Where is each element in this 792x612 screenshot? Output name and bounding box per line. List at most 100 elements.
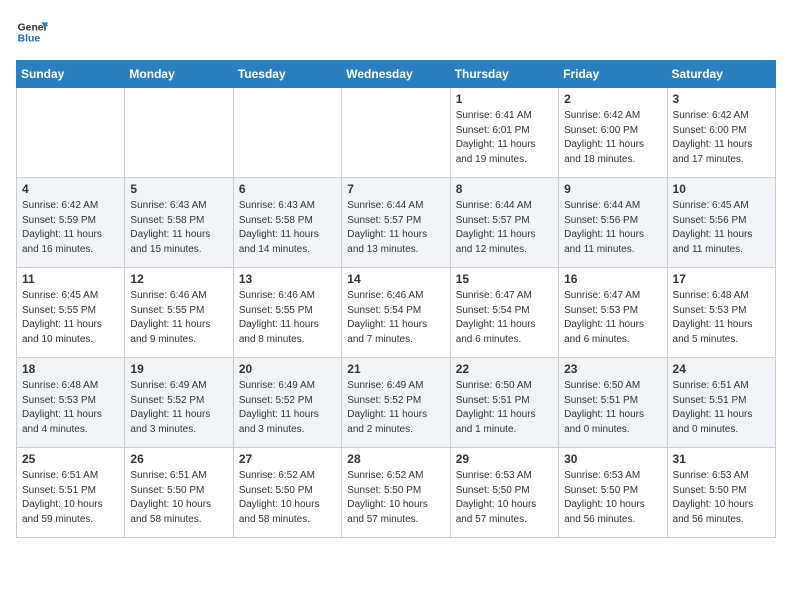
day-content: Sunrise: 6:50 AM Sunset: 5:51 PM Dayligh…: [564, 379, 661, 437]
calendar-cell: 10 Sunrise: 6:45 AM Sunset: 5:56 PM Dayli…: [667, 178, 775, 268]
calendar-table: SundayMondayTuesdayWednesdayThursdayFrid…: [16, 60, 776, 538]
day-content: Sunrise: 6:49 AM Sunset: 5:52 PM Dayligh…: [130, 379, 227, 437]
day-number: 17: [673, 272, 770, 286]
calendar-cell: [342, 88, 450, 178]
day-content: Sunrise: 6:53 AM Sunset: 5:50 PM Dayligh…: [456, 469, 553, 527]
day-content: Sunrise: 6:46 AM Sunset: 5:54 PM Dayligh…: [347, 289, 444, 347]
weekday-header-friday: Friday: [559, 61, 667, 88]
calendar-cell: 29 Sunrise: 6:53 AM Sunset: 5:50 PM Dayli…: [450, 448, 558, 538]
day-content: Sunrise: 6:46 AM Sunset: 5:55 PM Dayligh…: [130, 289, 227, 347]
calendar-cell: 23 Sunrise: 6:50 AM Sunset: 5:51 PM Dayli…: [559, 358, 667, 448]
weekday-header-wednesday: Wednesday: [342, 61, 450, 88]
calendar-cell: 3Sunrise: 6:42 AM Sunset: 6:00 PM Daylig…: [667, 88, 775, 178]
calendar-cell: 27 Sunrise: 6:52 AM Sunset: 5:50 PM Dayli…: [233, 448, 341, 538]
day-content: Sunrise: 6:49 AM Sunset: 5:52 PM Dayligh…: [347, 379, 444, 437]
calendar-cell: 9Sunrise: 6:44 AM Sunset: 5:56 PM Daylig…: [559, 178, 667, 268]
calendar-cell: [233, 88, 341, 178]
day-content: Sunrise: 6:52 AM Sunset: 5:50 PM Dayligh…: [347, 469, 444, 527]
calendar-cell: 7 Sunrise: 6:44 AM Sunset: 5:57 PM Daylig…: [342, 178, 450, 268]
day-content: Sunrise: 6:44 AM Sunset: 5:57 PM Dayligh…: [347, 199, 444, 257]
weekday-header-saturday: Saturday: [667, 61, 775, 88]
day-number: 29: [456, 452, 553, 466]
day-content: Sunrise: 6:42 AM Sunset: 6:00 PM Dayligh…: [564, 109, 661, 167]
day-content: Sunrise: 6:41 AM Sunset: 6:01 PM Dayligh…: [456, 109, 553, 167]
calendar-cell: 6 Sunrise: 6:43 AM Sunset: 5:58 PM Daylig…: [233, 178, 341, 268]
day-number: 23: [564, 362, 661, 376]
calendar-cell: 22 Sunrise: 6:50 AM Sunset: 5:51 PM Dayli…: [450, 358, 558, 448]
day-number: 27: [239, 452, 336, 466]
day-content: Sunrise: 6:43 AM Sunset: 5:58 PM Dayligh…: [239, 199, 336, 257]
calendar-cell: 24 Sunrise: 6:51 AM Sunset: 5:51 PM Dayli…: [667, 358, 775, 448]
day-content: Sunrise: 6:44 AM Sunset: 5:57 PM Dayligh…: [456, 199, 553, 257]
calendar-week-2: 4 Sunrise: 6:42 AM Sunset: 5:59 PM Daylig…: [17, 178, 776, 268]
day-content: Sunrise: 6:42 AM Sunset: 6:00 PM Dayligh…: [673, 109, 770, 167]
day-number: 9: [564, 182, 661, 196]
day-number: 7: [347, 182, 444, 196]
weekday-header-thursday: Thursday: [450, 61, 558, 88]
calendar-cell: 8Sunrise: 6:44 AM Sunset: 5:57 PM Daylig…: [450, 178, 558, 268]
calendar-cell: 18 Sunrise: 6:48 AM Sunset: 5:53 PM Dayli…: [17, 358, 125, 448]
day-content: Sunrise: 6:49 AM Sunset: 5:52 PM Dayligh…: [239, 379, 336, 437]
calendar-cell: 11 Sunrise: 6:45 AM Sunset: 5:55 PM Dayli…: [17, 268, 125, 358]
day-number: 22: [456, 362, 553, 376]
logo-icon: General Blue: [16, 16, 48, 48]
day-content: Sunrise: 6:45 AM Sunset: 5:56 PM Dayligh…: [673, 199, 770, 257]
calendar-header: SundayMondayTuesdayWednesdayThursdayFrid…: [17, 61, 776, 88]
day-content: Sunrise: 6:52 AM Sunset: 5:50 PM Dayligh…: [239, 469, 336, 527]
day-content: Sunrise: 6:48 AM Sunset: 5:53 PM Dayligh…: [673, 289, 770, 347]
calendar-cell: 13Sunrise: 6:46 AM Sunset: 5:55 PM Dayli…: [233, 268, 341, 358]
calendar-cell: 25Sunrise: 6:51 AM Sunset: 5:51 PM Dayli…: [17, 448, 125, 538]
day-number: 14: [347, 272, 444, 286]
calendar-cell: 12 Sunrise: 6:46 AM Sunset: 5:55 PM Dayli…: [125, 268, 233, 358]
day-number: 20: [239, 362, 336, 376]
weekday-header-tuesday: Tuesday: [233, 61, 341, 88]
day-content: Sunrise: 6:48 AM Sunset: 5:53 PM Dayligh…: [22, 379, 119, 437]
day-number: 19: [130, 362, 227, 376]
calendar-week-5: 25Sunrise: 6:51 AM Sunset: 5:51 PM Dayli…: [17, 448, 776, 538]
day-content: Sunrise: 6:50 AM Sunset: 5:51 PM Dayligh…: [456, 379, 553, 437]
day-number: 16: [564, 272, 661, 286]
day-content: Sunrise: 6:45 AM Sunset: 5:55 PM Dayligh…: [22, 289, 119, 347]
day-number: 15: [456, 272, 553, 286]
day-content: Sunrise: 6:53 AM Sunset: 5:50 PM Dayligh…: [673, 469, 770, 527]
day-number: 28: [347, 452, 444, 466]
day-number: 12: [130, 272, 227, 286]
calendar-cell: [125, 88, 233, 178]
calendar-cell: 14 Sunrise: 6:46 AM Sunset: 5:54 PM Dayli…: [342, 268, 450, 358]
calendar-cell: 5 Sunrise: 6:43 AM Sunset: 5:58 PM Daylig…: [125, 178, 233, 268]
day-number: 2: [564, 92, 661, 106]
day-number: 21: [347, 362, 444, 376]
calendar-cell: 1 Sunrise: 6:41 AM Sunset: 6:01 PM Daylig…: [450, 88, 558, 178]
day-number: 6: [239, 182, 336, 196]
logo: General Blue: [16, 16, 48, 48]
day-number: 13: [239, 272, 336, 286]
day-content: Sunrise: 6:51 AM Sunset: 5:51 PM Dayligh…: [22, 469, 119, 527]
calendar-cell: [17, 88, 125, 178]
day-number: 11: [22, 272, 119, 286]
calendar-cell: 4 Sunrise: 6:42 AM Sunset: 5:59 PM Daylig…: [17, 178, 125, 268]
weekday-header-monday: Monday: [125, 61, 233, 88]
calendar-cell: 17 Sunrise: 6:48 AM Sunset: 5:53 PM Dayli…: [667, 268, 775, 358]
day-number: 4: [22, 182, 119, 196]
day-content: Sunrise: 6:53 AM Sunset: 5:50 PM Dayligh…: [564, 469, 661, 527]
day-number: 1: [456, 92, 553, 106]
day-number: 18: [22, 362, 119, 376]
calendar-cell: 21 Sunrise: 6:49 AM Sunset: 5:52 PM Dayli…: [342, 358, 450, 448]
calendar-cell: 16 Sunrise: 6:47 AM Sunset: 5:53 PM Dayli…: [559, 268, 667, 358]
calendar-cell: 2 Sunrise: 6:42 AM Sunset: 6:00 PM Daylig…: [559, 88, 667, 178]
day-number: 24: [673, 362, 770, 376]
calendar-week-4: 18 Sunrise: 6:48 AM Sunset: 5:53 PM Dayli…: [17, 358, 776, 448]
day-number: 5: [130, 182, 227, 196]
day-content: Sunrise: 6:47 AM Sunset: 5:53 PM Dayligh…: [564, 289, 661, 347]
day-content: Sunrise: 6:47 AM Sunset: 5:54 PM Dayligh…: [456, 289, 553, 347]
page-header: General Blue: [16, 16, 776, 48]
day-content: Sunrise: 6:43 AM Sunset: 5:58 PM Dayligh…: [130, 199, 227, 257]
calendar-cell: 26Sunrise: 6:51 AM Sunset: 5:50 PM Dayli…: [125, 448, 233, 538]
day-number: 10: [673, 182, 770, 196]
day-content: Sunrise: 6:51 AM Sunset: 5:51 PM Dayligh…: [673, 379, 770, 437]
day-number: 31: [673, 452, 770, 466]
day-number: 26: [130, 452, 227, 466]
calendar-cell: 20 Sunrise: 6:49 AM Sunset: 5:52 PM Dayli…: [233, 358, 341, 448]
weekday-header-sunday: Sunday: [17, 61, 125, 88]
day-content: Sunrise: 6:42 AM Sunset: 5:59 PM Dayligh…: [22, 199, 119, 257]
